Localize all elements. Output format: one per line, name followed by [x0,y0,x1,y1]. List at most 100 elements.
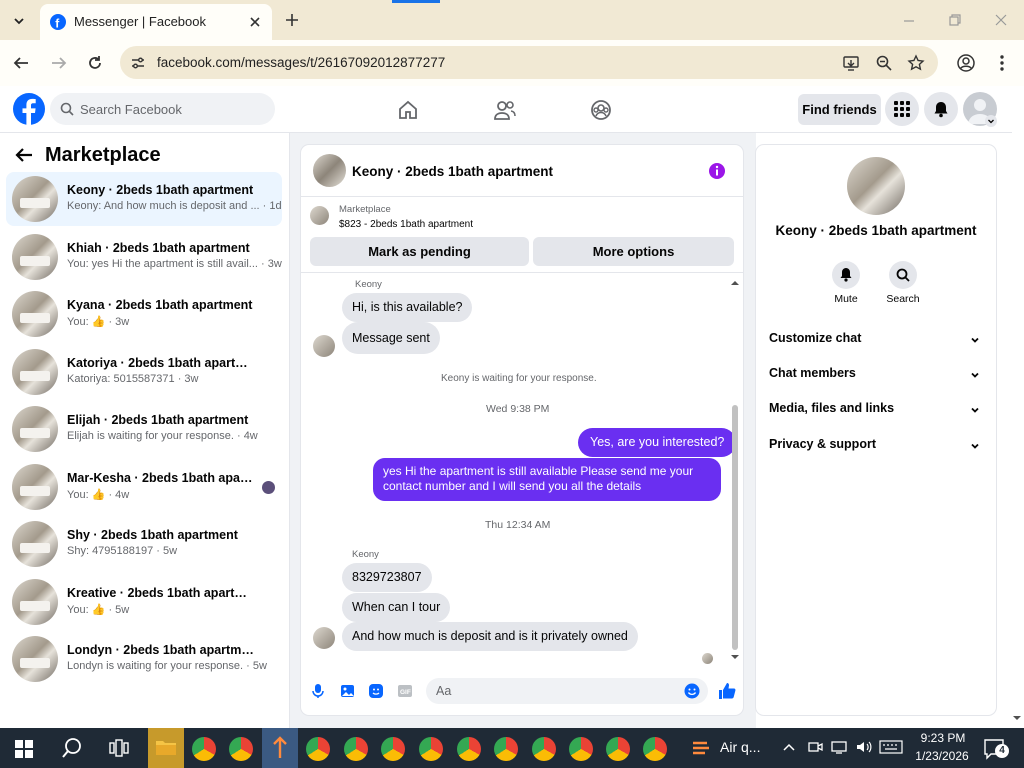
taskbar-search-icon[interactable] [61,737,83,759]
conversation-item[interactable]: Kyana · 2beds 1bath apartment You: 👍 · 3… [6,287,282,341]
privacy-support-section[interactable]: Privacy & support [769,437,983,459]
back-icon[interactable] [12,54,30,72]
chrome-taskbar-icon[interactable] [457,737,481,761]
scrollbar-thumb[interactable] [732,405,738,650]
notification-center[interactable]: 4 [983,738,1009,760]
reload-icon[interactable] [86,54,104,72]
back-arrow-icon[interactable] [14,146,34,164]
air-quality-icon[interactable] [690,737,712,759]
message-bubble-outgoing[interactable]: Yes, are you interested? [578,428,737,457]
tab-list-button[interactable] [8,10,30,32]
chrome-taskbar-icon[interactable] [229,737,253,761]
message-input[interactable]: Aa [426,678,708,704]
new-tab-icon[interactable] [284,12,300,28]
volume-icon[interactable] [855,739,873,755]
media-files-links-section[interactable]: Media, files and links [769,401,983,423]
groups-icon[interactable] [589,98,613,122]
sender-avatar[interactable] [313,627,335,649]
menu-button[interactable] [885,92,919,126]
listing-detail[interactable]: $823 - 2beds 1bath apartment [339,219,473,230]
chrome-taskbar-icon[interactable] [192,737,216,761]
sticker-icon[interactable] [368,683,384,699]
show-hidden-icons-icon[interactable] [782,741,796,753]
address-bar[interactable]: facebook.com/messages/t/2616709201287727… [120,46,938,79]
message-bubble[interactable]: Hi, is this available? [342,293,473,322]
customize-chat-section[interactable]: Customize chat [769,331,983,353]
friends-icon[interactable] [493,99,517,121]
clock-date[interactable]: 1/23/2026 [909,749,975,763]
conversation-item[interactable]: Elijah · 2beds 1bath apartment Elijah is… [6,402,282,456]
chrome-taskbar-icon[interactable] [344,737,368,761]
message-bubble-outgoing[interactable]: yes Hi the apartment is still available … [373,458,721,501]
info-icon[interactable] [708,162,726,180]
facebook-search[interactable]: Search Facebook [50,93,275,125]
emoji-icon[interactable] [684,683,700,699]
zoom-icon[interactable] [875,54,893,72]
conversation-item[interactable]: Kreative · 2beds 1bath apartment You: 👍 … [6,575,282,629]
keyboard-icon[interactable] [879,740,903,754]
mark-as-pending-button[interactable]: Mark as pending [310,237,529,266]
profile-icon[interactable] [956,53,976,73]
chrome-taskbar-icon[interactable] [494,737,518,761]
conversation-item[interactable]: Londyn · 2beds 1bath apartment Londyn is… [6,632,282,686]
active-app-taskbar[interactable] [262,728,298,768]
chat-title[interactable]: Keony · 2beds 1bath apartment [352,164,553,179]
file-explorer-taskbar[interactable] [148,728,184,768]
chat-avatar[interactable] [313,154,346,187]
windows-start-icon[interactable] [15,740,33,758]
browser-menu-icon[interactable] [994,53,1010,73]
chrome-taskbar-icon[interactable] [606,737,630,761]
loading-indicator [392,0,440,3]
chrome-taskbar-icon[interactable] [306,737,330,761]
microphone-icon[interactable] [311,683,325,699]
bookmark-star-icon[interactable] [907,54,925,72]
photo-icon[interactable] [340,683,356,699]
facebook-logo-icon[interactable] [13,93,45,125]
conversation-item[interactable]: Shy · 2beds 1bath apartment Shy: 4795188… [6,517,282,571]
bell-icon [840,268,852,282]
conversation-item[interactable]: Keony · 2beds 1bath apartment Keony: And… [6,172,282,226]
network-icon[interactable] [830,739,848,755]
chrome-taskbar-icon[interactable] [419,737,443,761]
mute-button[interactable] [832,261,860,289]
home-icon[interactable] [397,99,419,121]
sender-avatar[interactable] [313,335,335,357]
message-bubble[interactable]: And how much is deposit and is it privat… [342,622,638,651]
account-chevron-icon[interactable] [985,115,997,127]
clock-time[interactable]: 9:23 PM [914,731,972,745]
conversation-item[interactable]: Katoriya · 2beds 1bath apartment Katoriy… [6,345,282,399]
message-bubble[interactable]: Message sent [342,322,440,354]
thumbs-up-send-icon[interactable] [717,681,737,701]
meet-now-icon[interactable] [807,739,823,755]
air-quality-label[interactable]: Air q... [720,739,760,755]
close-window-icon[interactable] [994,13,1008,27]
chrome-taskbar-icon[interactable] [532,737,556,761]
scroll-down-icon[interactable] [730,653,740,661]
conversation-item[interactable]: Mar-Kesha · 2beds 1bath apartm... You: 👍… [6,460,282,514]
gif-icon[interactable]: GIF [397,683,413,699]
task-view-icon[interactable] [109,739,129,757]
site-info-icon[interactable] [130,55,146,71]
minimize-icon[interactable] [902,14,916,28]
chrome-taskbar-icon[interactable] [569,737,593,761]
sender-name: Keony [352,549,379,560]
close-tab-icon[interactable] [248,15,262,29]
restore-icon[interactable] [948,13,962,27]
search-conversation-button[interactable] [889,261,917,289]
more-options-button[interactable]: More options [533,237,734,266]
forward-icon[interactable] [50,54,68,72]
message-bubble[interactable]: 8329723807 [342,563,432,592]
notifications-button[interactable] [924,92,958,126]
chat-members-section[interactable]: Chat members [769,366,983,388]
find-friends-button[interactable]: Find friends [798,94,881,125]
url-text[interactable]: facebook.com/messages/t/2616709201287727… [157,55,445,70]
page-scroll-down-icon[interactable] [1012,714,1022,722]
conversation-item[interactable]: Khiah · 2beds 1bath apartment You: yes H… [6,230,282,284]
chrome-taskbar-icon[interactable] [643,737,667,761]
chrome-taskbar-icon[interactable] [381,737,405,761]
details-avatar[interactable] [847,157,905,215]
message-bubble[interactable]: When can I tour [342,593,451,622]
scroll-up-icon[interactable] [730,279,740,287]
install-app-icon[interactable] [842,54,860,72]
browser-tab[interactable]: f Messenger | Facebook [40,4,272,40]
